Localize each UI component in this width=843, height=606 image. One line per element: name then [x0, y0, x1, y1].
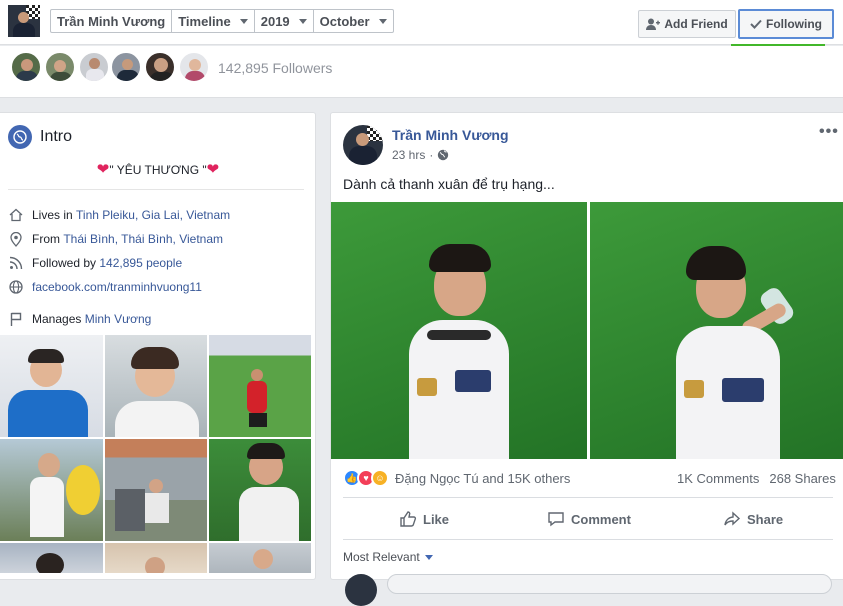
follower-avatar[interactable] — [178, 51, 210, 83]
add-friend-button[interactable]: Add Friend — [638, 10, 736, 38]
intro-header: Intro — [8, 125, 72, 149]
heart-icon: ❤ — [96, 161, 110, 178]
share-icon — [724, 511, 741, 526]
home-icon — [8, 207, 24, 223]
chevron-down-icon — [298, 18, 307, 24]
globe-icon — [8, 279, 24, 295]
location-pin-icon — [8, 231, 24, 247]
chevron-down-icon — [424, 554, 433, 560]
intro-title: Intro — [40, 128, 73, 145]
photo-thumbnail[interactable] — [209, 543, 311, 573]
divider — [343, 497, 833, 498]
post-timestamp: 23 hrs · — [392, 148, 449, 162]
chevron-down-icon — [378, 18, 387, 24]
from-link[interactable]: Thái Bình, Thái Bình, Vietnam — [63, 232, 223, 246]
post-stats: 1K Comments 268 Shares — [677, 471, 836, 486]
breadcrumb: Trần Minh Vương Timeline 2019 October — [50, 9, 394, 33]
chevron-down-icon — [239, 18, 248, 24]
follower-avatar[interactable] — [10, 51, 42, 83]
share-button[interactable]: Share — [723, 510, 783, 528]
post-text: Dành cả thanh xuân để trụ hạng... — [343, 176, 555, 192]
thumbs-up-icon — [400, 511, 417, 527]
shares-count[interactable]: 268 Shares — [769, 471, 836, 486]
photo-thumbnail[interactable] — [0, 543, 103, 573]
post-image[interactable] — [590, 202, 843, 459]
photo-thumbnail[interactable] — [0, 335, 103, 437]
manages-link[interactable]: Minh Vương — [85, 312, 152, 326]
breadcrumb-year[interactable]: 2019 — [255, 10, 314, 32]
globe-icon — [8, 125, 32, 149]
like-button[interactable]: Like — [399, 510, 449, 528]
post-time[interactable]: 23 hrs — [392, 148, 425, 162]
post-author-avatar[interactable] — [343, 125, 383, 165]
comment-input[interactable] — [387, 574, 832, 594]
reactions-summary[interactable]: 👍 ♥ ☺ Đặng Ngọc Tú and 15K others — [343, 469, 570, 487]
photo-thumbnail[interactable] — [105, 543, 207, 573]
intro-manages: Manages Minh Vương — [8, 311, 151, 327]
photo-thumbnail[interactable] — [105, 439, 207, 541]
profile-avatar[interactable] — [8, 5, 40, 37]
followed-by-link[interactable]: 142,895 people — [99, 256, 182, 270]
add-friend-icon — [646, 18, 661, 30]
intro-from: From Thái Bình, Thái Bình, Vietnam — [8, 231, 223, 247]
post-image[interactable] — [331, 202, 587, 459]
follower-avatar[interactable] — [78, 51, 110, 83]
public-globe-icon[interactable] — [437, 149, 449, 161]
photo-thumbnail[interactable] — [209, 439, 311, 541]
photo-thumbnail[interactable] — [105, 335, 207, 437]
followers-strip: 142,895 Followers — [0, 46, 843, 98]
divider — [343, 539, 833, 540]
breadcrumb-month[interactable]: October — [314, 10, 393, 32]
intro-lives-in: Lives in Tinh Pleiku, Gia Lai, Vietnam — [8, 207, 230, 223]
intro-website: facebook.com/tranminhvuong11 — [8, 279, 202, 295]
follower-avatar[interactable] — [144, 51, 176, 83]
commenter-avatar — [345, 574, 377, 606]
comment-icon — [548, 512, 564, 527]
flag-icon — [8, 311, 24, 327]
breadcrumb-timeline[interactable]: Timeline — [172, 10, 255, 32]
intro-followed-by: Followed by 142,895 people — [8, 255, 182, 271]
more-options-icon[interactable]: ••• — [819, 123, 839, 141]
comments-count[interactable]: 1K Comments — [677, 471, 759, 486]
intro-card: Intro ❤" YÊU THƯƠNG "❤ Lives in Tinh Ple… — [0, 112, 316, 580]
breadcrumb-profile[interactable]: Trần Minh Vương — [51, 10, 173, 32]
heart-icon: ❤ — [206, 161, 220, 178]
bio-text: ❤" YÊU THƯƠNG "❤ — [96, 161, 220, 178]
post-card: Trần Minh Vương 23 hrs · ••• Dành cả tha… — [330, 112, 843, 606]
lives-in-link[interactable]: Tinh Pleiku, Gia Lai, Vietnam — [76, 208, 230, 222]
website-link[interactable]: facebook.com/tranminhvuong11 — [32, 280, 202, 294]
following-button[interactable]: Following — [738, 9, 834, 39]
comment-button[interactable]: Comment — [547, 510, 631, 528]
photo-thumbnail[interactable] — [0, 439, 103, 541]
photo-thumbnail[interactable] — [209, 335, 311, 437]
follower-avatar[interactable] — [44, 51, 76, 83]
checkmark-icon — [750, 19, 762, 29]
rss-icon — [8, 255, 24, 271]
followers-count[interactable]: 142,895 Followers — [218, 60, 332, 76]
follower-avatar[interactable] — [110, 51, 142, 83]
sort-comments-dropdown[interactable]: Most Relevant — [343, 550, 433, 564]
divider — [8, 189, 304, 190]
haha-reaction-icon: ☺ — [371, 469, 389, 487]
post-author-name[interactable]: Trần Minh Vương — [392, 127, 509, 143]
top-bar: Trần Minh Vương Timeline 2019 October Ad… — [0, 0, 843, 45]
